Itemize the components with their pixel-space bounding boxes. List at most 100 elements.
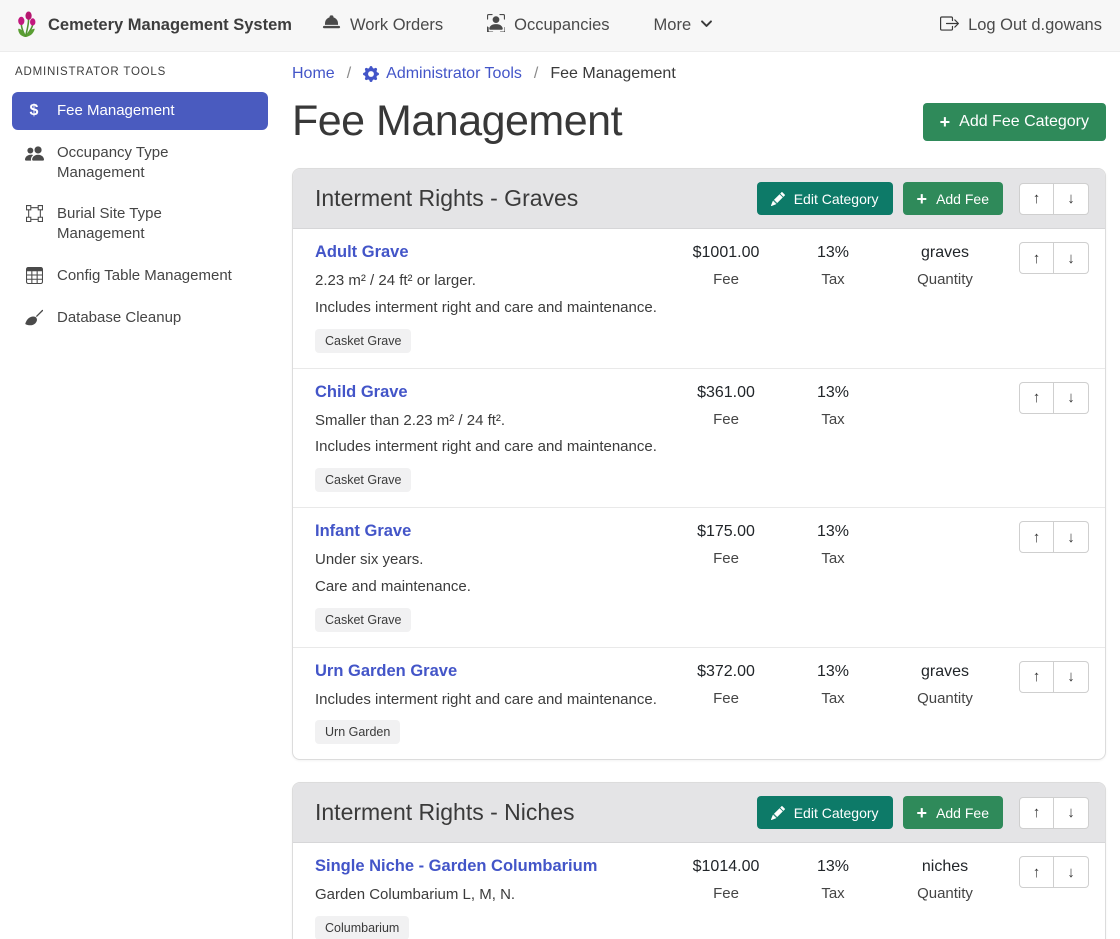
fee-amount-cell: $1001.00 Fee	[671, 241, 781, 288]
arrow-down-icon: ↓	[1067, 250, 1075, 267]
hard-hat-icon	[322, 14, 341, 38]
quantity-cell: graves Quantity	[885, 241, 1005, 288]
fee-row-child-grave: Child Grave Smaller than 2.23 m² / 24 ft…	[293, 369, 1105, 509]
arrow-up-icon: ↑	[1033, 668, 1041, 685]
move-fee-up-button[interactable]: ↑	[1019, 242, 1054, 274]
add-fee-button[interactable]: + Add Fee	[903, 796, 1003, 829]
move-fee-down-button[interactable]: ↓	[1054, 661, 1089, 693]
sidebar-item-burial-site-type-management[interactable]: Burial Site Type Management	[12, 195, 268, 253]
fee-amount-cell: $361.00 Fee	[671, 381, 781, 428]
quantity-cell	[885, 520, 1005, 532]
nav-occupancies[interactable]: Occupancies	[487, 14, 609, 37]
add-fee-category-button[interactable]: + Add Fee Category	[923, 103, 1106, 141]
category-card-graves: Interment Rights - Graves Edit Category …	[292, 168, 1106, 760]
navbar-right: Log Out d.gowans	[940, 14, 1102, 38]
arrow-up-icon: ↑	[1033, 389, 1041, 406]
navbar-links: Work Orders Occupancies More	[322, 14, 713, 38]
tax-cell: 13% Tax	[781, 855, 885, 902]
page-title: Fee Management	[292, 97, 622, 146]
sidebar-heading: ADMINISTRATOR TOOLS	[15, 66, 268, 78]
fee-description: Under six years.	[315, 551, 665, 570]
quantity-cell	[885, 381, 1005, 393]
broom-icon	[24, 309, 44, 327]
table-icon	[24, 267, 44, 284]
sidebar-item-occupancy-type-management[interactable]: Occupancy Type Management	[12, 134, 268, 192]
fee-description: Smaller than 2.23 m² / 24 ft².	[315, 412, 665, 431]
move-fee-down-button[interactable]: ↓	[1054, 242, 1089, 274]
plus-icon: +	[940, 113, 951, 131]
category-header: Interment Rights - Graves Edit Category …	[293, 169, 1105, 229]
fee-type-badge: Columbarium	[315, 916, 409, 939]
add-fee-button[interactable]: + Add Fee	[903, 182, 1003, 215]
arrow-down-icon: ↓	[1067, 804, 1075, 821]
arrow-down-icon: ↓	[1067, 864, 1075, 881]
tulip-logo-icon	[14, 10, 39, 42]
fee-row-urn-garden-grave: Urn Garden Grave Includes interment righ…	[293, 648, 1105, 760]
logout-icon	[940, 14, 959, 38]
dollar-icon: $	[24, 102, 44, 120]
move-fee-up-button[interactable]: ↑	[1019, 382, 1054, 414]
move-fee-up-button[interactable]: ↑	[1019, 856, 1054, 888]
fee-name-link[interactable]: Child Grave	[315, 383, 408, 402]
arrow-down-icon: ↓	[1067, 529, 1075, 546]
fee-name-link[interactable]: Infant Grave	[315, 522, 411, 541]
move-fee-down-button[interactable]: ↓	[1054, 521, 1089, 553]
breadcrumb-admin-tools-link[interactable]: Administrator Tools	[363, 65, 522, 83]
breadcrumb: Home / Administrator Tools / Fee Managem…	[292, 65, 1106, 83]
tax-cell: 13% Tax	[781, 660, 885, 707]
fee-type-badge: Urn Garden	[315, 720, 400, 744]
arrow-up-icon: ↑	[1033, 804, 1041, 821]
move-fee-down-button[interactable]: ↓	[1054, 856, 1089, 888]
arrow-up-icon: ↑	[1033, 190, 1041, 207]
move-category-up-button[interactable]: ↑	[1019, 797, 1054, 829]
sidebar: ADMINISTRATOR TOOLS $ Fee Management Occ…	[0, 52, 280, 939]
fee-amount-cell: $372.00 Fee	[671, 660, 781, 707]
pencil-icon	[771, 806, 785, 820]
breadcrumb-current: Fee Management	[550, 65, 675, 83]
fee-type-badge: Casket Grave	[315, 468, 411, 492]
move-category-up-button[interactable]: ↑	[1019, 183, 1054, 215]
category-header: Interment Rights - Niches Edit Category …	[293, 783, 1105, 843]
people-icon	[24, 144, 44, 163]
move-category-down-button[interactable]: ↓	[1054, 797, 1089, 829]
category-title: Interment Rights - Niches	[315, 799, 757, 826]
fee-description: Care and maintenance.	[315, 578, 665, 597]
fee-description: Includes interment right and care and ma…	[315, 438, 665, 457]
arrow-down-icon: ↓	[1067, 389, 1075, 406]
gear-icon	[363, 66, 379, 82]
move-fee-up-button[interactable]: ↑	[1019, 661, 1054, 693]
quantity-cell: niches Quantity	[885, 855, 1005, 902]
app-brand[interactable]: Cemetery Management System	[14, 10, 292, 42]
tax-cell: 13% Tax	[781, 381, 885, 428]
arrow-up-icon: ↑	[1033, 529, 1041, 546]
fee-description: Includes interment right and care and ma…	[315, 691, 665, 710]
move-category-down-button[interactable]: ↓	[1054, 183, 1089, 215]
top-navbar: Cemetery Management System Work Orders O…	[0, 0, 1120, 52]
logout-button[interactable]: Log Out d.gowans	[940, 14, 1102, 38]
fee-description: 2.23 m² / 24 ft² or larger.	[315, 272, 665, 291]
move-fee-up-button[interactable]: ↑	[1019, 521, 1054, 553]
fee-name-link[interactable]: Single Niche - Garden Columbarium	[315, 857, 597, 876]
arrow-up-icon: ↑	[1033, 250, 1041, 267]
arrow-up-icon: ↑	[1033, 864, 1041, 881]
sidebar-item-database-cleanup[interactable]: Database Cleanup	[12, 299, 268, 337]
edit-category-button[interactable]: Edit Category	[757, 182, 893, 215]
plus-icon: +	[917, 190, 928, 208]
edit-category-button[interactable]: Edit Category	[757, 796, 893, 829]
nav-more[interactable]: More	[654, 16, 714, 35]
fee-row-adult-grave: Adult Grave 2.23 m² / 24 ft² or larger. …	[293, 229, 1105, 369]
fee-name-link[interactable]: Adult Grave	[315, 243, 409, 262]
nav-work-orders[interactable]: Work Orders	[322, 14, 443, 38]
fee-name-link[interactable]: Urn Garden Grave	[315, 662, 457, 681]
fee-row-single-niche: Single Niche - Garden Columbarium Garden…	[293, 843, 1105, 939]
main-content: Home / Administrator Tools / Fee Managem…	[280, 52, 1120, 939]
pencil-icon	[771, 192, 785, 206]
category-card-niches: Interment Rights - Niches Edit Category …	[292, 782, 1106, 939]
tax-cell: 13% Tax	[781, 241, 885, 288]
sidebar-item-fee-management[interactable]: $ Fee Management	[12, 92, 268, 130]
arrow-down-icon: ↓	[1067, 190, 1075, 207]
sidebar-item-config-table-management[interactable]: Config Table Management	[12, 257, 268, 295]
tax-cell: 13% Tax	[781, 520, 885, 567]
breadcrumb-home-link[interactable]: Home	[292, 65, 335, 83]
move-fee-down-button[interactable]: ↓	[1054, 382, 1089, 414]
